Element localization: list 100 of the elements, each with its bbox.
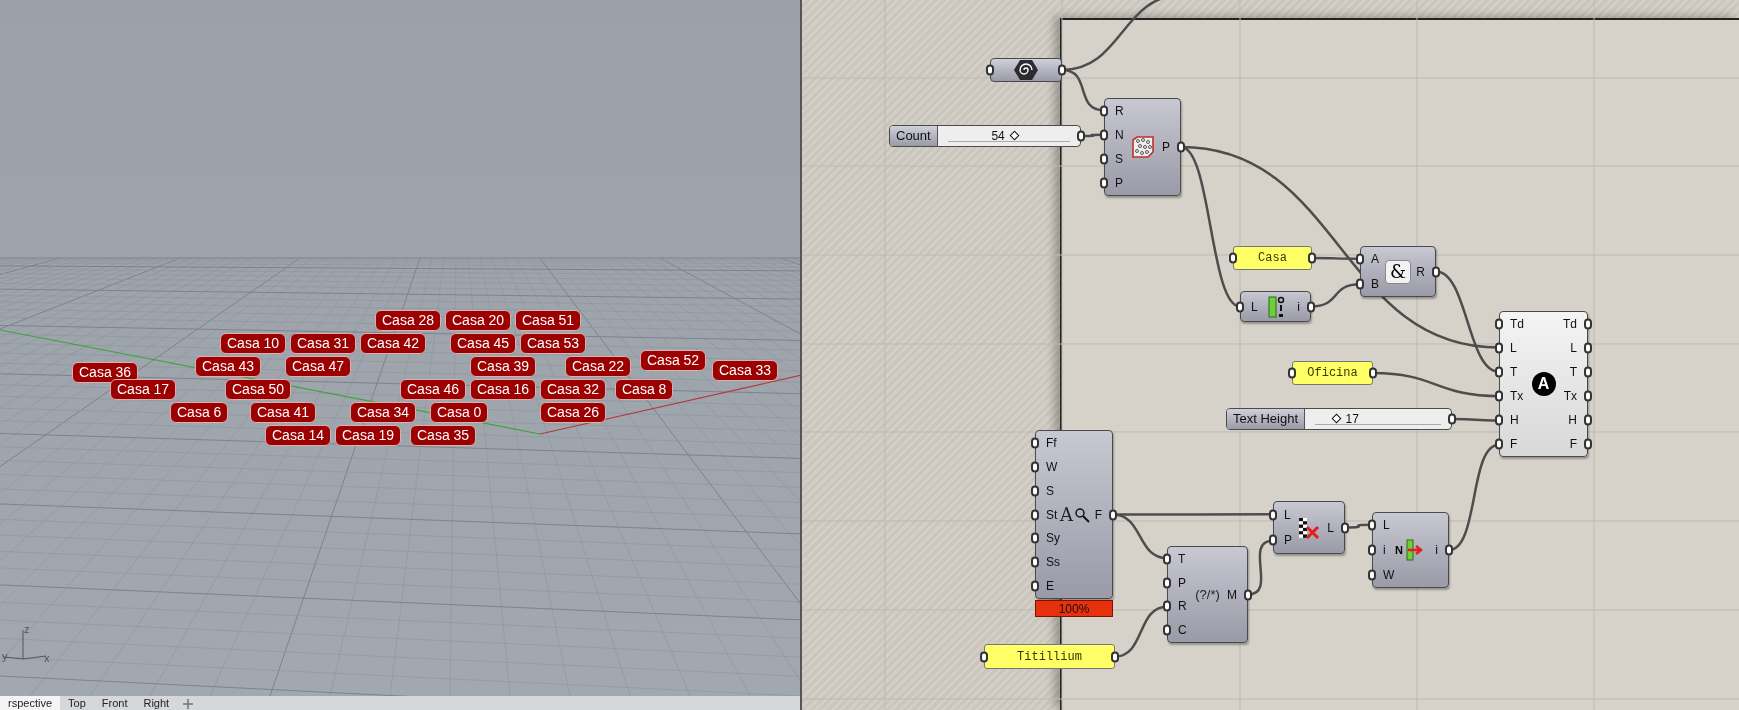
text-tag: Casa 42 [360, 333, 427, 354]
port-grip[interactable] [1368, 569, 1376, 581]
hexagon-swirl-icon [1013, 59, 1039, 81]
output-label: F [1569, 438, 1578, 450]
port-grip[interactable] [1177, 141, 1185, 153]
port-grip[interactable] [1356, 278, 1364, 290]
input-label: P [1283, 534, 1292, 547]
port-grip[interactable] [1356, 253, 1364, 265]
slider-track[interactable]: 17 [1315, 413, 1441, 425]
text-tag: Casa 36 [72, 362, 139, 383]
port-grip[interactable] [1031, 437, 1039, 449]
component-symbol: (?/*) [1195, 585, 1220, 604]
port-grip[interactable] [1495, 438, 1503, 450]
component-symbol: N [1395, 542, 1403, 558]
port-grip[interactable] [1058, 64, 1066, 76]
text-tag: Casa 43 [195, 356, 262, 377]
text-tag: Casa 45 [450, 333, 517, 354]
port-grip[interactable] [1368, 544, 1376, 556]
port-grip[interactable] [1495, 318, 1503, 330]
port-grip[interactable] [1307, 301, 1315, 312]
input-label: Ff [1045, 436, 1057, 449]
input-label: F [1509, 438, 1518, 450]
port-grip[interactable] [1308, 252, 1316, 264]
input-label: S [1045, 484, 1054, 497]
port-grip[interactable] [1269, 534, 1277, 546]
port-grip[interactable] [1445, 544, 1453, 556]
viewport-tab[interactable]: rspective [0, 696, 61, 710]
input-label: W [1382, 568, 1395, 581]
port-grip[interactable] [1031, 532, 1039, 544]
text-tag: Casa 41 [250, 402, 317, 423]
port-grip[interactable] [1495, 414, 1503, 426]
text-tag: Casa 52 [640, 350, 707, 371]
slider-label: Count [890, 126, 938, 146]
port-grip[interactable] [1163, 600, 1171, 612]
port-grip[interactable] [1163, 624, 1171, 636]
text-tag: Casa 32 [540, 379, 607, 400]
scattered-points-icon [1129, 135, 1156, 159]
slider-track[interactable]: 54 [947, 130, 1070, 142]
viewport-tab[interactable]: Right [135, 696, 178, 710]
text-tag: Casa 16 [470, 379, 537, 400]
text-tag: Casa 19 [335, 425, 402, 446]
port-grip[interactable] [1495, 366, 1503, 378]
output-label: i [1297, 300, 1301, 313]
port-grip[interactable] [1163, 553, 1171, 565]
port-grip[interactable] [1031, 580, 1039, 592]
port-grip[interactable] [1584, 366, 1592, 378]
output-label: F [1094, 508, 1103, 521]
port-grip[interactable] [1368, 519, 1376, 531]
port-grip[interactable] [1100, 105, 1108, 117]
slider-value: 17 [1345, 413, 1359, 425]
port-grip[interactable] [1236, 301, 1244, 312]
port-grip[interactable] [986, 64, 994, 76]
input-label: P [1177, 576, 1186, 589]
port-grip[interactable] [1495, 390, 1503, 402]
port-grip[interactable] [1111, 651, 1119, 662]
port-grip[interactable] [1229, 252, 1237, 264]
port-grip[interactable] [1584, 438, 1592, 450]
port-grip[interactable] [1077, 130, 1085, 142]
text-tag: Casa 14 [265, 425, 332, 446]
port-grip[interactable] [1109, 509, 1117, 520]
port-grip[interactable] [1269, 509, 1277, 521]
port-grip[interactable] [1584, 414, 1592, 426]
output-label: H [1568, 414, 1578, 426]
add-icon[interactable] [183, 699, 194, 709]
port-grip[interactable] [1031, 461, 1039, 473]
slider-label: Text Height [1227, 409, 1306, 429]
port-grip[interactable] [1031, 509, 1039, 520]
port-grip[interactable] [1432, 266, 1440, 277]
input-label: T [1509, 366, 1518, 378]
port-grip[interactable] [1100, 177, 1108, 189]
axis-label: y [2, 651, 8, 662]
port-grip[interactable] [1100, 153, 1108, 165]
viewport-tab[interactable]: Top [60, 696, 94, 710]
port-grip[interactable] [1369, 367, 1377, 379]
text-tag: Casa 53 [520, 333, 587, 354]
port-grip[interactable] [1244, 589, 1252, 600]
port-grip[interactable] [1495, 342, 1503, 354]
output-label: M [1227, 588, 1238, 601]
input-label: i [1382, 544, 1386, 556]
port-grip[interactable] [1341, 522, 1349, 533]
slider-thumb[interactable] [1332, 413, 1342, 424]
port-grip[interactable] [1031, 485, 1039, 497]
checkered-flag-cross-icon [1296, 515, 1322, 540]
port-grip[interactable] [1100, 129, 1108, 141]
port-grip[interactable] [1288, 367, 1296, 379]
text-tag: Casa 17 [110, 379, 177, 400]
port-grip[interactable] [980, 651, 988, 662]
port-grip[interactable] [1584, 342, 1592, 354]
output-label: T [1569, 366, 1578, 378]
text-tag: Casa 46 [400, 379, 467, 400]
port-grip[interactable] [1584, 390, 1592, 402]
text-tag: Casa 8 [615, 379, 674, 400]
port-grip[interactable] [1584, 318, 1592, 330]
port-grip[interactable] [1163, 577, 1171, 589]
input-label: N [1114, 129, 1124, 141]
port-grip[interactable] [1031, 556, 1039, 568]
slider-thumb[interactable] [1009, 130, 1020, 141]
input-label: Ss [1045, 556, 1060, 569]
viewport-tab[interactable]: Front [93, 696, 136, 710]
port-grip[interactable] [1448, 413, 1456, 425]
